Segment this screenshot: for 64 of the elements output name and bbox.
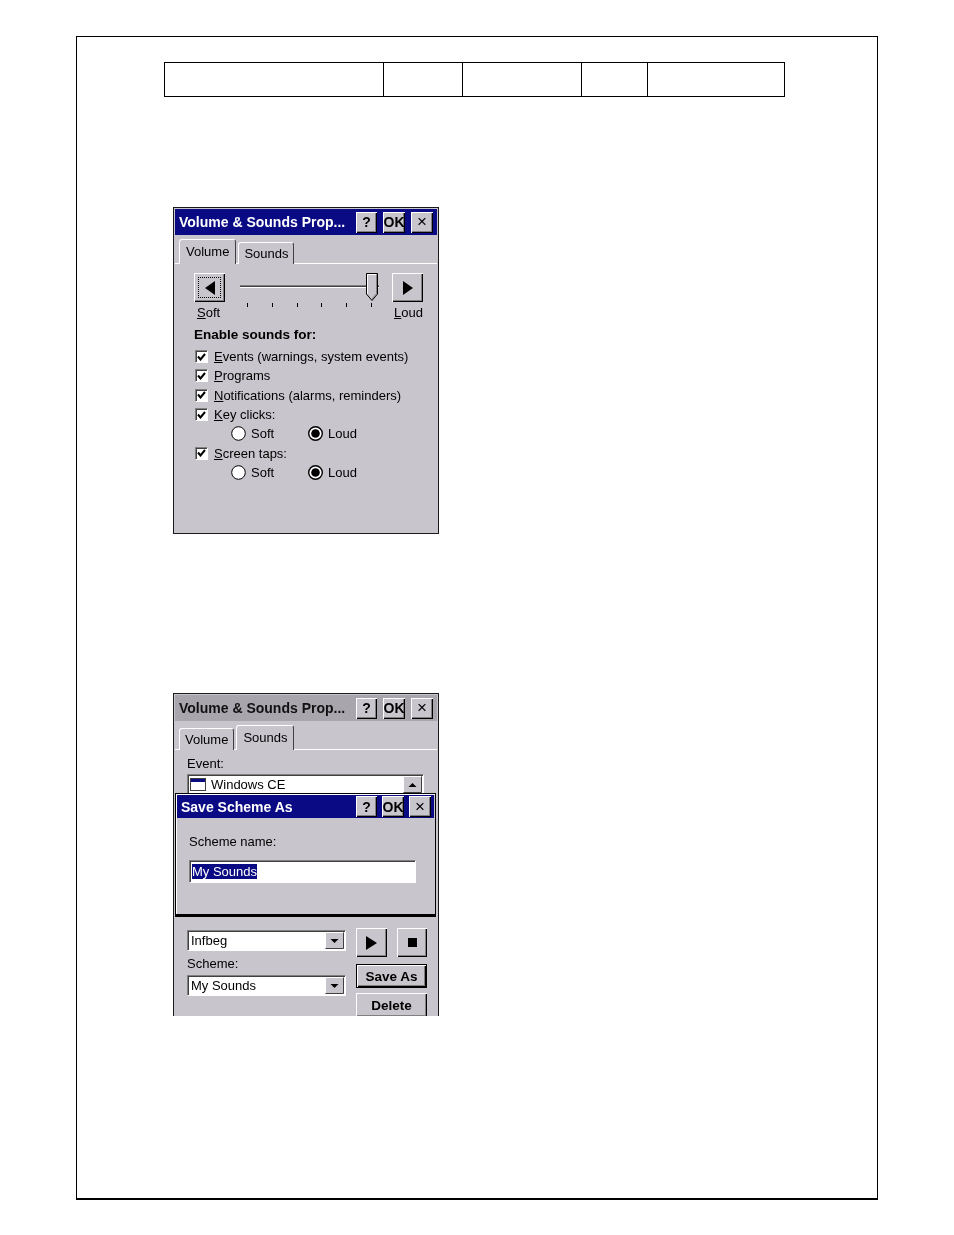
checkbox-label: Notifications (alarms, reminders) [214,387,402,403]
scheme-name-field[interactable]: My Sounds [189,860,416,883]
decrease-button[interactable] [194,273,225,302]
close-button[interactable]: × [411,211,433,233]
slider-min-label: Soft [197,305,221,320]
radio-button[interactable] [308,426,323,442]
help-button[interactable]: ? [356,211,377,233]
event-list[interactable]: Windows CE [187,774,424,794]
checkbox[interactable] [195,350,208,364]
checkbox[interactable] [195,446,208,460]
checkbox-label: Programs [214,368,271,384]
window-title: Save Scheme As [181,798,293,815]
tab[interactable]: Volume [179,239,237,264]
window-title: Volume & Sounds Prop... [179,214,346,230]
help-button[interactable]: ? [356,796,377,817]
radio-label: Loud [328,426,357,442]
slider-max-label: Loud [394,305,423,320]
right-arrow-icon [402,280,413,295]
play-icon [366,935,377,950]
tab[interactable]: Sounds [238,242,295,264]
caret-icon[interactable] [325,977,344,994]
radio-label: Soft [251,464,275,480]
left-arrow-icon [204,280,215,295]
radio-label: Soft [251,426,275,442]
checkbox-label: Key clicks: [214,407,276,423]
tick-mark [321,303,323,307]
tick-mark [271,303,273,307]
checkbox[interactable] [195,388,208,402]
event-label: Event: [187,757,224,771]
increase-button[interactable] [392,273,423,302]
radio-button[interactable] [231,426,246,442]
window-title: Volume & Sounds Prop... [179,700,346,716]
scroll-up-icon[interactable] [403,776,422,793]
list-item[interactable]: Windows CE [211,777,286,792]
scheme-name-label: Scheme name: [189,835,277,849]
checkbox[interactable] [195,408,208,422]
checkbox-label: Screen taps: [214,445,287,461]
action-button[interactable]: Save As [356,964,427,988]
action-button[interactable]: Delete [356,993,427,1016]
scheme-label: Scheme: [187,957,239,971]
window-icon [190,778,206,791]
caret-icon[interactable] [325,932,344,949]
radio-label: Loud [328,464,357,480]
tick-mark [296,303,298,307]
stop-icon [407,938,417,947]
tick-mark [247,303,248,307]
scheme-dropdown[interactable]: My Sounds [187,975,346,996]
checkbox-label: Events (warnings, system events) [214,349,409,365]
slider-thumb[interactable] [366,273,378,301]
tab[interactable]: Sounds [236,725,295,750]
radio-button[interactable] [308,464,323,480]
play-button[interactable] [356,928,387,957]
close-button[interactable]: × [409,796,431,817]
tick-mark [371,303,372,307]
tab[interactable]: Volume [179,728,235,750]
slider-track[interactable] [240,273,379,301]
section-label: Enable sounds for: [194,327,317,342]
checkbox[interactable] [195,369,208,383]
tick-mark [346,303,348,307]
radio-button[interactable] [231,464,246,480]
ok-button[interactable]: OK [382,796,404,817]
ok-button[interactable]: OK [383,211,405,233]
stop-button[interactable] [397,928,427,957]
sound-dropdown[interactable]: Infbeg [187,930,346,951]
